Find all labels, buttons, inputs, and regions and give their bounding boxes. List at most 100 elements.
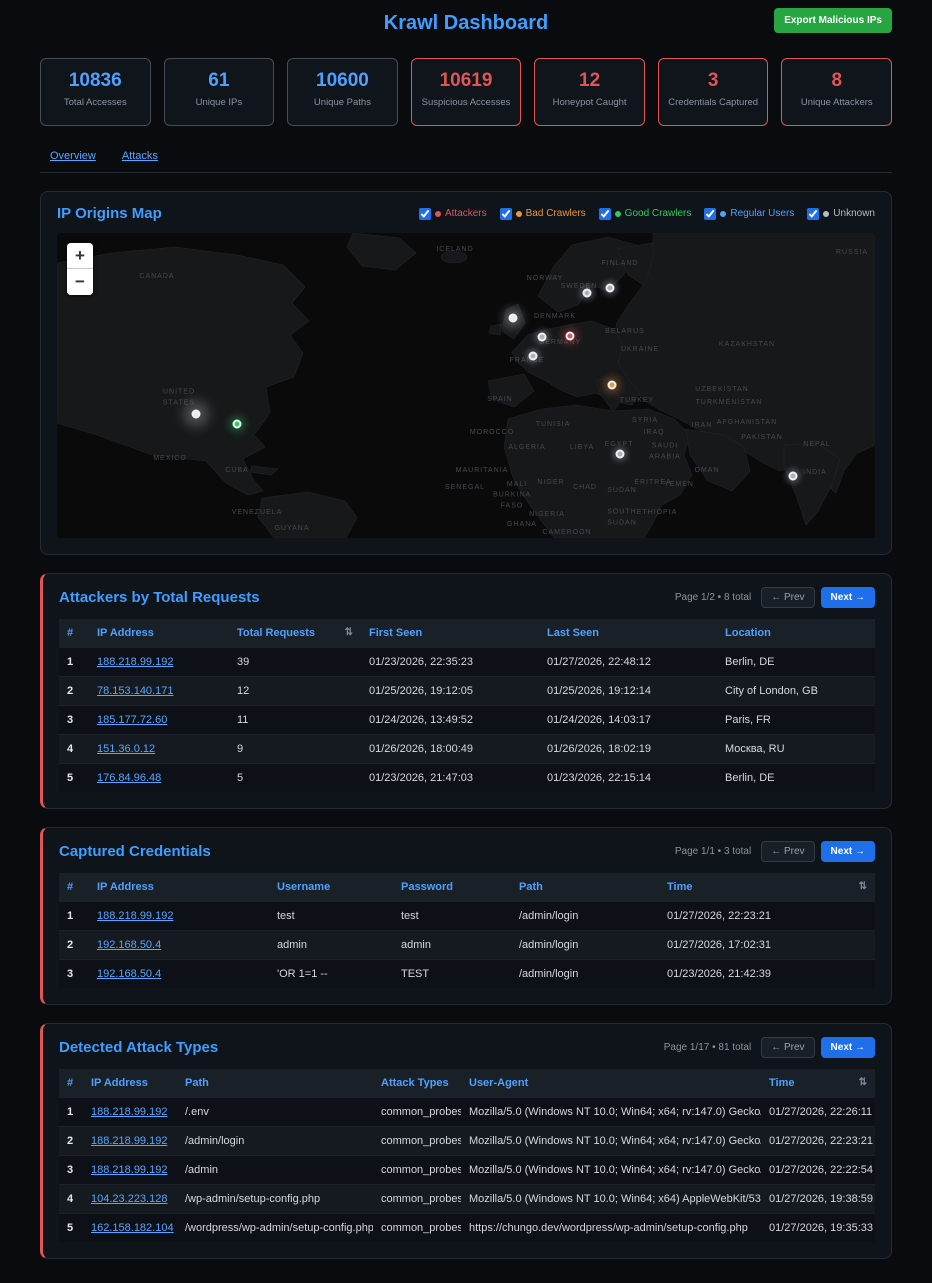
column-header-path[interactable]: Path (177, 1069, 373, 1098)
stat-card-total-accesses: 10836Total Accesses (40, 58, 151, 126)
column-header-col[interactable]: # (59, 619, 89, 648)
map-marker[interactable] (192, 410, 201, 419)
table-row: 278.153.140.1711201/25/2026, 19:12:0501/… (59, 677, 875, 706)
attacks-prev-page-button[interactable]: ← Prev (761, 1037, 814, 1058)
ip-address-link[interactable]: 151.36.0.12 (97, 743, 155, 755)
ip-origins-map-card: IP Origins Map AttackersBad CrawlersGood… (40, 191, 892, 555)
cell-location: Berlin, DE (717, 648, 875, 677)
ip-address-link[interactable]: 188.218.99.192 (91, 1164, 167, 1176)
ip-address-link[interactable]: 176.84.96.48 (97, 772, 161, 784)
table-row: 3192.168.50.4'OR 1=1 --TEST/admin/login0… (59, 960, 875, 989)
cell-location: Berlin, DE (717, 764, 875, 793)
map-marker[interactable] (529, 352, 538, 361)
ip-address-link[interactable]: 188.218.99.192 (91, 1135, 167, 1147)
legend-checkbox-regular-users[interactable] (704, 208, 716, 220)
column-header-last-seen[interactable]: Last Seen (539, 619, 717, 648)
cell-path: /admin/login (511, 960, 659, 989)
credentials-next-page-button[interactable]: Next → (821, 841, 875, 862)
world-map[interactable]: + − ICELANDCANADARUSSIANORWAYSWEDENFINLA… (57, 233, 875, 538)
attacks-next-page-button[interactable]: Next → (821, 1037, 875, 1058)
cell-ip-address: 162.158.182.104 (83, 1214, 177, 1243)
attackers-next-page-button[interactable]: Next → (821, 587, 875, 608)
cell-user-agent: Mozilla/5.0 (Windows NT 10.0; Win64; x64… (461, 1098, 761, 1127)
column-header-col[interactable]: # (59, 1069, 83, 1098)
column-header-username[interactable]: Username (269, 873, 393, 902)
legend-item-unknown[interactable]: Unknown (807, 208, 875, 220)
cell-attack-types: common_probes (373, 1185, 461, 1214)
column-header-ip-address[interactable]: IP Address (89, 619, 229, 648)
page-title: Krawl Dashboard (40, 0, 892, 35)
column-header-ip-address[interactable]: IP Address (83, 1069, 177, 1098)
ip-address-link[interactable]: 185.177.72.60 (97, 714, 167, 726)
credentials-prev-page-button[interactable]: ← Prev (761, 841, 814, 862)
zoom-in-button[interactable]: + (67, 243, 93, 269)
stat-card-suspicious-accesses: 10619Suspicious Accesses (411, 58, 522, 126)
legend-checkbox-good-crawlers[interactable] (599, 208, 611, 220)
map-marker[interactable] (566, 332, 575, 341)
map-marker[interactable] (606, 284, 615, 293)
table-row: 2188.218.99.192/admin/logincommon_probes… (59, 1127, 875, 1156)
column-header-path[interactable]: Path (511, 873, 659, 902)
ip-address-link[interactable]: 192.168.50.4 (97, 968, 161, 980)
credentials-page-info: Page 1/1 • 3 total (675, 846, 751, 857)
ip-address-link[interactable]: 188.218.99.192 (97, 656, 173, 668)
column-header-attack-types[interactable]: Attack Types (373, 1069, 461, 1098)
stat-label: Suspicious Accesses (412, 97, 521, 108)
sort-icon[interactable]: ⇅ (345, 627, 353, 638)
map-marker[interactable] (789, 472, 798, 481)
topbar: Krawl Dashboard Export Malicious IPs (40, 0, 892, 44)
tab-attacks[interactable]: Attacks (122, 150, 158, 162)
attackers-prev-page-button[interactable]: ← Prev (761, 587, 814, 608)
ip-address-link[interactable]: 188.218.99.192 (97, 910, 173, 922)
stat-label: Unique Paths (288, 97, 397, 108)
stat-card-unique-paths: 10600Unique Paths (287, 58, 398, 126)
ip-address-link[interactable]: 188.218.99.192 (91, 1106, 167, 1118)
map-marker[interactable] (233, 420, 242, 429)
sort-icon[interactable]: ⇅ (859, 881, 867, 892)
column-header-total-requests[interactable]: Total Requests⇅ (229, 619, 361, 648)
cell-col: 4 (59, 1185, 83, 1214)
zoom-out-button[interactable]: − (67, 269, 93, 295)
legend-item-bad-crawlers[interactable]: Bad Crawlers (500, 208, 586, 220)
map-marker[interactable] (583, 289, 592, 298)
column-header-password[interactable]: Password (393, 873, 511, 902)
cell-user-agent: Mozilla/5.0 (Windows NT 10.0; Win64; x64… (461, 1185, 761, 1214)
legend-label: Attackers (445, 208, 487, 219)
cell-time: 01/27/2026, 22:22:54 (761, 1156, 875, 1185)
map-marker[interactable] (538, 333, 547, 342)
stat-value: 8 (782, 70, 891, 92)
ip-address-link[interactable]: 192.168.50.4 (97, 939, 161, 951)
legend-item-good-crawlers[interactable]: Good Crawlers (599, 208, 692, 220)
column-header-user-agent[interactable]: User-Agent (461, 1069, 761, 1098)
ip-address-link[interactable]: 162.158.182.104 (91, 1222, 174, 1234)
ip-address-link[interactable]: 78.153.140.171 (97, 685, 173, 697)
detected-attack-types-card: Detected Attack Types Page 1/17 • 81 tot… (40, 1023, 892, 1259)
stat-value: 10836 (41, 70, 150, 92)
legend-checkbox-attackers[interactable] (419, 208, 431, 220)
column-header-ip-address[interactable]: IP Address (89, 873, 269, 902)
legend-checkbox-unknown[interactable] (807, 208, 819, 220)
column-header-time[interactable]: Time⇅ (761, 1069, 875, 1098)
cell-ip-address: 185.177.72.60 (89, 706, 229, 735)
legend-item-attackers[interactable]: Attackers (419, 208, 487, 220)
map-marker[interactable] (509, 314, 518, 323)
tab-overview[interactable]: Overview (50, 150, 96, 162)
cell-total-requests: 9 (229, 735, 361, 764)
legend-checkbox-bad-crawlers[interactable] (500, 208, 512, 220)
sort-icon[interactable]: ⇅ (859, 1077, 867, 1088)
credentials-table-title: Captured Credentials (59, 843, 211, 860)
column-header-location[interactable]: Location (717, 619, 875, 648)
legend-dot-icon (516, 211, 522, 217)
legend-item-regular-users[interactable]: Regular Users (704, 208, 794, 220)
export-malicious-ips-button[interactable]: Export Malicious IPs (774, 8, 892, 33)
ip-address-link[interactable]: 104.23.223.128 (91, 1193, 167, 1205)
cell-ip-address: 151.36.0.12 (89, 735, 229, 764)
cell-user-agent: Mozilla/5.0 (Windows NT 10.0; Win64; x64… (461, 1127, 761, 1156)
map-marker[interactable] (616, 450, 625, 459)
column-header-col[interactable]: # (59, 873, 89, 902)
map-marker[interactable] (608, 381, 617, 390)
column-header-time[interactable]: Time⇅ (659, 873, 875, 902)
cell-time: 01/27/2026, 22:23:21 (659, 902, 875, 931)
column-header-first-seen[interactable]: First Seen (361, 619, 539, 648)
cell-location: Paris, FR (717, 706, 875, 735)
